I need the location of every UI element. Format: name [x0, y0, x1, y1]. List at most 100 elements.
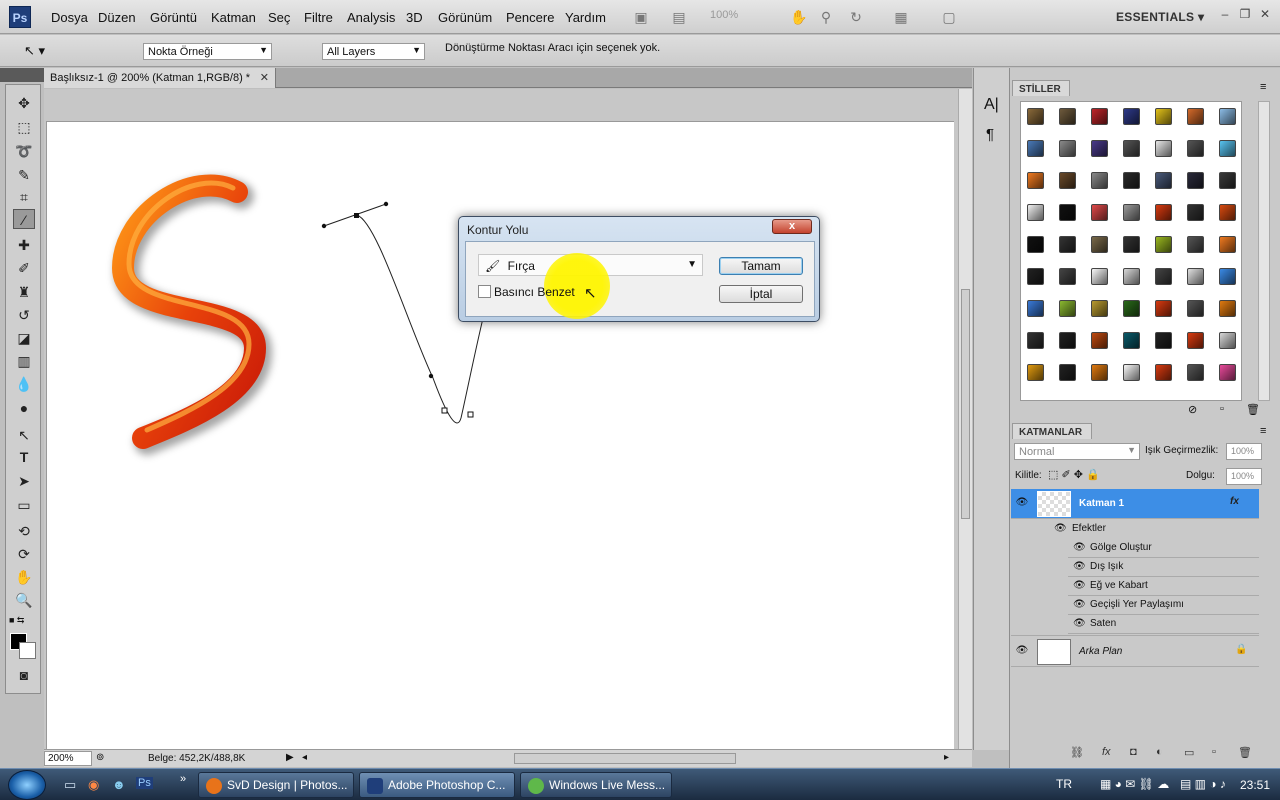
style-swatch[interactable] [1155, 236, 1172, 253]
layer-name[interactable]: Arka Plan [1079, 646, 1122, 657]
more-quicklaunch-icon[interactable]: » [180, 773, 186, 785]
path-selection-icon[interactable]: ↖ [13, 425, 35, 445]
new-group-icon[interactable]: ▭ [1184, 746, 1194, 759]
style-swatch[interactable] [1155, 332, 1172, 349]
clear-style-icon[interactable]: ⊘ [1188, 403, 1197, 416]
restore-icon[interactable]: ❐ [1236, 7, 1254, 21]
style-swatch[interactable] [1059, 204, 1076, 221]
style-swatch[interactable] [1027, 172, 1044, 189]
style-swatch[interactable] [1059, 172, 1076, 189]
style-swatch[interactable] [1091, 332, 1108, 349]
layer-row-katman-1[interactable]: 👁 Katman 1 fx [1011, 489, 1259, 519]
effect-row[interactable]: 👁 Eğ ve Kabart [1068, 577, 1259, 596]
blend-mode-select[interactable]: Normal ▼ [1014, 443, 1140, 460]
menu-filtre[interactable]: Filtre [304, 10, 333, 25]
workspace-switcher[interactable]: ESSENTIALS ▾ [1116, 10, 1204, 24]
horizontal-scroll-thumb[interactable] [514, 753, 736, 764]
style-swatch[interactable] [1091, 236, 1108, 253]
style-swatch[interactable] [1155, 140, 1172, 157]
menu-yardim[interactable]: Yardım [565, 10, 606, 25]
zoom-tool-icon[interactable]: ⚲ [815, 8, 837, 26]
crop-tool-icon[interactable]: ⌗ [13, 187, 35, 207]
status-arrow-icon[interactable]: ▶ [286, 752, 294, 763]
menu-analysis[interactable]: Analysis [347, 10, 395, 25]
style-swatch[interactable] [1187, 332, 1204, 349]
style-swatch[interactable] [1027, 204, 1044, 221]
zoom-level-select[interactable]: 100% [710, 9, 768, 25]
status-menu-icon[interactable]: ⊚ [96, 752, 104, 763]
style-swatch[interactable] [1091, 140, 1108, 157]
menu-gorunum[interactable]: Görünüm [438, 10, 492, 25]
menu-dosya[interactable]: Dosya [51, 10, 88, 25]
taskbar-button-firefox[interactable]: SvD Design | Photos... [198, 772, 354, 798]
taskbar-button-messenger[interactable]: Windows Live Mess... [520, 772, 672, 798]
style-swatch[interactable] [1123, 172, 1140, 189]
blur-tool-icon[interactable]: 💧 [13, 374, 35, 394]
style-swatch[interactable] [1091, 204, 1108, 221]
photoshop-quicklaunch-icon[interactable]: Ps [136, 777, 153, 789]
arrange-documents-icon[interactable]: ▦ [890, 8, 912, 26]
style-swatch[interactable] [1155, 108, 1172, 125]
menu-pencere[interactable]: Pencere [506, 10, 554, 25]
style-swatch[interactable] [1027, 140, 1044, 157]
close-icon[interactable]: x [772, 219, 812, 234]
style-swatch[interactable] [1027, 268, 1044, 285]
taskbar-button-photoshop[interactable]: Adobe Photoshop C... [359, 772, 515, 798]
dodge-tool-icon[interactable]: ● [13, 398, 35, 418]
tab-layers[interactable]: KATMANLAR [1012, 423, 1092, 439]
delete-style-icon[interactable]: 🗑 [1246, 403, 1260, 416]
effect-row[interactable]: 👁 Geçişli Yer Paylaşımı [1068, 596, 1259, 615]
rotate-view-icon[interactable]: ↻ [845, 8, 867, 26]
tool-preset-icon[interactable]: ↖ ▾ [24, 43, 45, 59]
lasso-tool-icon[interactable]: ➰ [13, 141, 35, 161]
fill-field[interactable]: 100% [1226, 468, 1262, 485]
style-swatch[interactable] [1091, 108, 1108, 125]
3d-orbit-icon[interactable]: ⟳ [13, 544, 35, 564]
style-swatch[interactable] [1123, 300, 1140, 317]
screen-mode-icon[interactable]: ▢ [938, 8, 960, 26]
healing-brush-icon[interactable]: ✚ [13, 235, 35, 255]
style-swatch[interactable] [1219, 236, 1236, 253]
background-color-swatch[interactable] [19, 642, 36, 659]
style-swatch[interactable] [1187, 236, 1204, 253]
scroll-left-icon[interactable]: ◂ [302, 752, 307, 763]
history-brush-icon[interactable]: ↺ [13, 305, 35, 325]
path-handle-point[interactable] [383, 201, 389, 207]
zoom-tool-icon[interactable]: 🔍 [13, 590, 35, 610]
visibility-eye-icon[interactable]: 👁 [1054, 523, 1067, 534]
style-swatch[interactable] [1187, 268, 1204, 285]
close-icon[interactable]: ✕ [1256, 7, 1274, 21]
style-swatch[interactable] [1155, 204, 1172, 221]
clone-stamp-icon[interactable]: ♜ [13, 282, 35, 302]
effect-row[interactable]: 👁 Gölge Oluştur [1068, 539, 1259, 558]
delete-layer-icon[interactable]: 🗑 [1238, 746, 1252, 759]
clock[interactable]: 23:51 [1240, 778, 1270, 792]
style-swatch[interactable] [1123, 332, 1140, 349]
style-swatch[interactable] [1187, 204, 1204, 221]
menu-goruntu[interactable]: Görüntü [150, 10, 197, 25]
visibility-eye-icon[interactable]: 👁 [1073, 618, 1086, 629]
scroll-right-icon[interactable]: ▸ [944, 752, 949, 763]
style-swatch[interactable] [1059, 140, 1076, 157]
zoom-field[interactable]: 200% [44, 751, 92, 766]
style-swatch[interactable] [1187, 300, 1204, 317]
paragraph-panel-icon[interactable]: ¶ [986, 126, 994, 143]
style-swatch[interactable] [1091, 364, 1108, 381]
style-swatch[interactable] [1123, 140, 1140, 157]
style-swatch[interactable] [1155, 172, 1172, 189]
hand-tool-icon[interactable]: ✋ [13, 567, 35, 587]
direct-selection-icon[interactable]: ➤ [13, 471, 35, 491]
styles-scrollbar[interactable] [1258, 101, 1270, 401]
3d-rotate-icon[interactable]: ⟲ [13, 521, 35, 541]
lock-icons[interactable]: ⬚ ✐ ✥ 🔒 [1048, 468, 1100, 481]
style-swatch[interactable] [1219, 268, 1236, 285]
eraser-tool-icon[interactable]: ◪ [13, 328, 35, 348]
layer-name[interactable]: Katman 1 [1079, 498, 1124, 509]
style-swatch[interactable] [1123, 364, 1140, 381]
quick-mask-icon[interactable]: ◙ [13, 665, 35, 685]
quick-selection-icon[interactable]: ✎ [13, 165, 35, 185]
style-swatch[interactable] [1187, 364, 1204, 381]
path-anchor-point[interactable] [467, 411, 474, 418]
style-swatch[interactable] [1155, 268, 1172, 285]
shape-tool-icon[interactable]: ▭ [13, 495, 35, 515]
